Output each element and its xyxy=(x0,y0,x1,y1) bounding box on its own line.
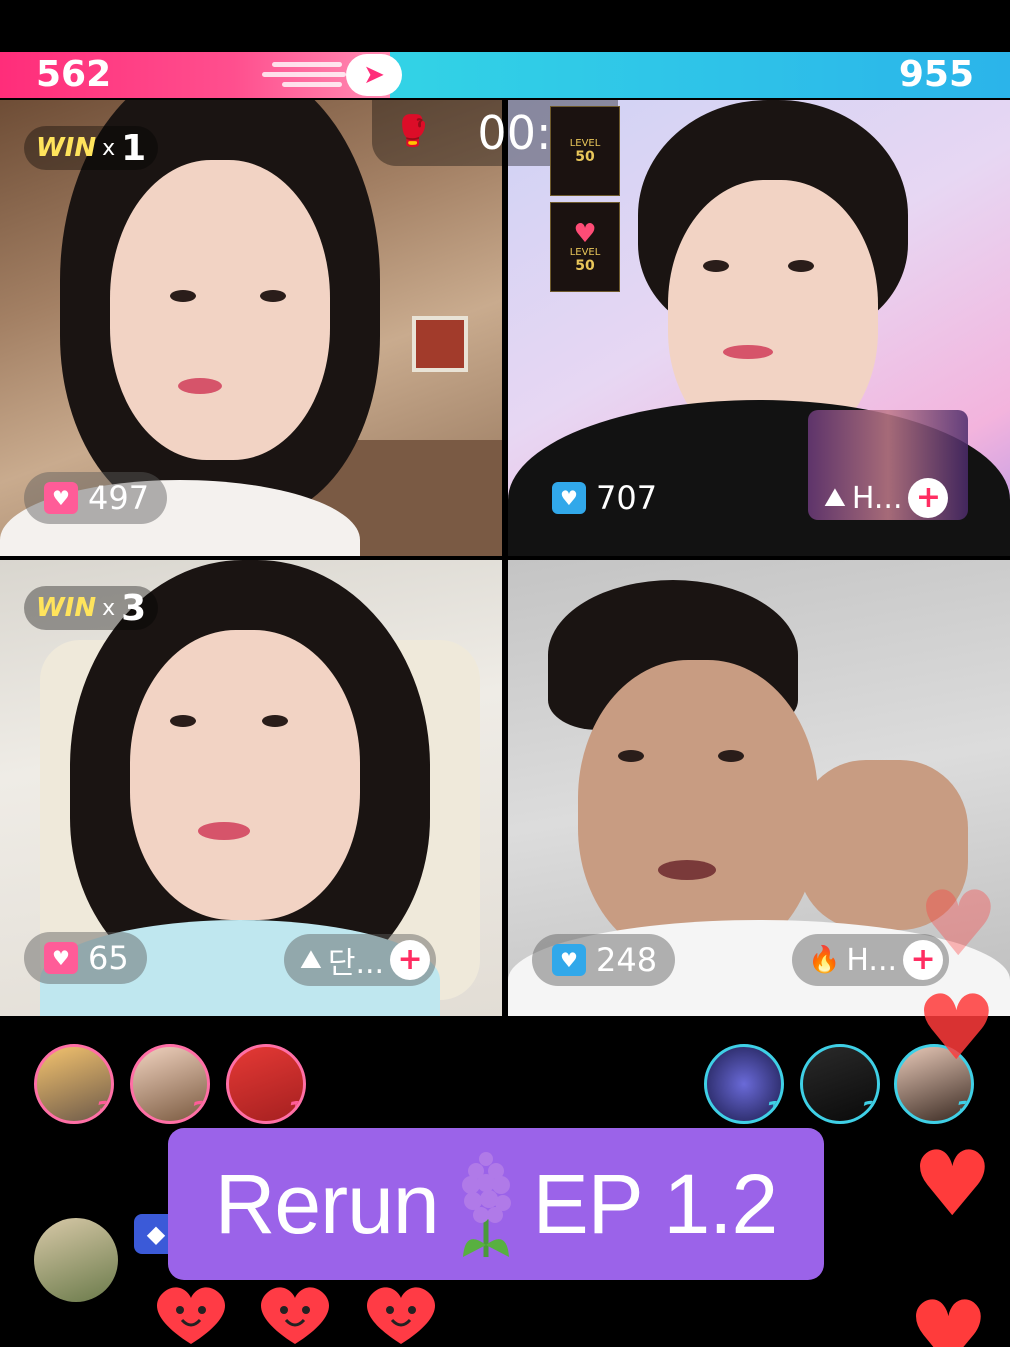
mouth xyxy=(658,860,716,880)
supporter-rank: 3 xyxy=(94,1097,113,1124)
gift-count-pill[interactable]: ♥ 497 xyxy=(24,472,168,524)
supporter-avatar[interactable]: 2 xyxy=(130,1044,210,1124)
heart-icon: ♥ xyxy=(916,976,997,1081)
rerun-episode-banner: Rerun EP 1.2 xyxy=(168,1128,824,1280)
eye xyxy=(703,260,729,272)
eye xyxy=(170,715,196,727)
supporter-rank: 3 xyxy=(954,1097,973,1124)
heart-sticker-icon xyxy=(356,1284,446,1347)
battle-score-bar xyxy=(0,52,1010,98)
person-face xyxy=(110,160,330,460)
top-fan-name: 단... xyxy=(327,946,385,981)
win-label: WIN xyxy=(36,133,97,163)
supporter-rank: 2 xyxy=(860,1097,879,1124)
supporter-avatar[interactable]: 1 xyxy=(226,1044,306,1124)
gift-count-pill[interactable]: ♥ 65 xyxy=(24,932,147,984)
top-fan-pill[interactable]: ⛰ H... + xyxy=(808,472,954,524)
top-fan-pill[interactable]: ⛰ 단... + xyxy=(284,934,437,986)
level-badges[interactable]: LEVEL 50 ♥ LEVEL 50 xyxy=(550,106,620,292)
supporter-avatar[interactable]: 2 xyxy=(800,1044,880,1124)
fire-icon: 🔥 xyxy=(808,945,841,975)
win-streak-badge: WIN x 3 xyxy=(24,586,159,630)
win-label: WIN xyxy=(36,593,97,623)
level-value: 50 xyxy=(575,257,595,274)
top-fan-name: H... xyxy=(851,480,903,516)
win-multiplier: x xyxy=(102,595,116,621)
gift-count-pill[interactable]: ♥ 248 xyxy=(532,934,676,986)
left-team-score: 562 xyxy=(36,54,112,95)
eye xyxy=(170,290,196,302)
eye xyxy=(262,715,288,727)
win-streak-badge: WIN x 1 xyxy=(24,126,159,170)
heart-sticker-icon xyxy=(146,1284,236,1347)
gift-icon: ♥ xyxy=(552,482,586,514)
win-count: 3 xyxy=(121,587,147,629)
gift-count: 497 xyxy=(88,479,150,517)
follow-plus-button[interactable]: + xyxy=(390,940,431,980)
mouth xyxy=(198,822,250,840)
gift-icon: ♥ xyxy=(44,482,78,514)
heart-sticker-icon xyxy=(250,1284,340,1347)
fan-avatar-icon: ⛰ xyxy=(300,944,322,975)
rerun-label: Rerun xyxy=(214,1156,440,1251)
heart-icon: ♥ xyxy=(573,218,597,249)
speed-streaks xyxy=(262,58,352,92)
gift-icon: ♥ xyxy=(44,942,78,974)
person-face xyxy=(578,660,818,960)
top-fan-name: H... xyxy=(846,942,898,978)
level-label: LEVEL xyxy=(569,137,601,149)
hyacinth-flower-icon xyxy=(451,1149,521,1259)
follow-plus-button[interactable]: + xyxy=(908,478,949,518)
gift-count: 65 xyxy=(88,939,129,977)
supporter-avatar[interactable]: 3 xyxy=(34,1044,114,1124)
level-label: LEVEL xyxy=(569,246,601,258)
heart-icon: ♥ xyxy=(908,1282,989,1347)
level-value: 50 xyxy=(575,148,595,165)
eye xyxy=(260,290,286,302)
supporter-avatar[interactable]: 1 xyxy=(704,1044,784,1124)
person-face xyxy=(130,630,360,920)
mouth xyxy=(723,345,773,359)
win-multiplier: x xyxy=(102,135,116,161)
wall-painting xyxy=(412,316,468,372)
heart-icon: ♥ xyxy=(918,872,999,977)
fan-avatar-icon: ⛰ xyxy=(824,482,846,513)
eye xyxy=(788,260,814,272)
supporter-rank: 1 xyxy=(764,1097,783,1124)
eye xyxy=(718,750,744,762)
episode-label: EP 1.2 xyxy=(532,1156,779,1251)
supporter-rank: 2 xyxy=(190,1097,209,1124)
gift-count-pill[interactable]: ♥ 707 xyxy=(532,472,675,524)
boxing-gloves-icon: 🥊 xyxy=(394,114,432,149)
gift-icon: ♥ xyxy=(552,944,586,976)
eye xyxy=(618,750,644,762)
host-video-tile-3[interactable]: WIN x 3 ♥ 65 ⛰ 단... + xyxy=(0,560,502,1016)
gift-count: 248 xyxy=(596,941,658,979)
host-video-tile-1[interactable]: WIN x 1 ♥ 497 xyxy=(0,100,502,556)
gift-count: 707 xyxy=(596,479,658,517)
score-divider-icon: ➤ xyxy=(346,54,402,96)
mouth xyxy=(178,378,222,394)
viewer-avatar[interactable] xyxy=(34,1218,118,1302)
supporter-rank: 1 xyxy=(286,1097,305,1124)
right-team-score: 955 xyxy=(898,54,974,95)
live-battle-screen: ➤ 562 955 WIN x 1 ♥ 497 ♥ 707 ⛰ H... + W… xyxy=(0,0,1010,1347)
level-badge[interactable]: LEVEL 50 xyxy=(550,106,620,196)
heart-icon: ♥ xyxy=(912,1132,993,1237)
level-badge[interactable]: ♥ LEVEL 50 xyxy=(550,202,620,292)
win-count: 1 xyxy=(121,127,147,169)
